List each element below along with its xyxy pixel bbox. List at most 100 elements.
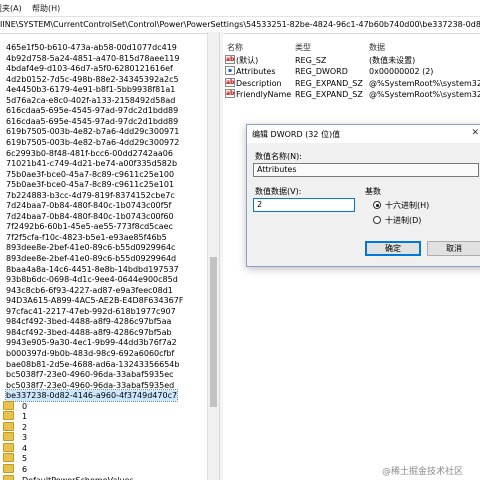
close-icon[interactable]: ✕ — [471, 128, 479, 138]
tree-subfolder[interactable]: 3 — [3, 432, 27, 443]
dialog-title-bar[interactable]: 编辑 DWORD (32 位)值 ✕ — [247, 125, 480, 143]
value-name: (默认) — [236, 56, 259, 65]
tree-item[interactable]: 943c8cb6-6f93-4227-ad87-e9a3feec08d1 — [6, 285, 173, 296]
value-data: @%SystemRoot%\system32\pov — [369, 89, 480, 99]
tree-item[interactable]: 9943e905-9a30-4ec1-9b99-44dd3b76f7a2 — [6, 337, 177, 348]
string-value-icon: ab — [225, 55, 235, 64]
base-group-label: 基数 — [365, 187, 381, 196]
tree-item[interactable]: 619b7505-003b-4e82-b7a6-4dd29c300971 — [6, 126, 179, 137]
folder-icon — [3, 442, 14, 452]
tree-item[interactable]: 6c2993b0-8f48-481f-bcc6-00dd2742aa06 — [6, 148, 173, 159]
tree-item[interactable]: 7f2f5cfa-f10c-4823-b5e1-e93ae85f46b5 — [6, 232, 167, 243]
tree-item[interactable]: 94D3A615-A899-4AC5-AE2B-E4D8F634367F — [6, 295, 183, 306]
tree-item[interactable]: 616cdaa5-695e-4545-97ad-97dc2d1bdd89 — [6, 105, 178, 116]
folder-icon — [3, 464, 14, 473]
tree-item[interactable]: 4b92d758-5a24-4851-a470-815d78aee119 — [6, 53, 180, 64]
tree-subfolder-label: 2 — [22, 422, 28, 432]
tree-item[interactable]: 984cf492-3bed-4488-a8f9-4286c97bf5ab — [6, 327, 172, 338]
folder-icon — [3, 411, 14, 421]
tree-item[interactable]: 8baa4a8a-14c6-4451-8e8b-14bdbd197537 — [6, 264, 179, 275]
address-bar[interactable]: IINE\SYSTEM\CurrentControlSet\Control\Po… — [0, 16, 480, 34]
tree-item[interactable]: 7b224883-b3cc-4d79-819f-8374152cbe7c — [6, 190, 175, 201]
tree-item[interactable]: 984cf492-3bed-4488-a8f9-4286c97bf5aa — [6, 316, 171, 327]
tree-item[interactable]: bc5038f7-23e0-4960-96da-33abaf5935ed — [6, 380, 174, 391]
value-name: Attributes — [236, 67, 276, 77]
tree-subfolder[interactable]: 4 — [3, 442, 28, 454]
tree-subfolder-label: 0 — [22, 401, 28, 411]
folder-icon — [3, 453, 14, 463]
tree-item[interactable]: 75b0ae3f-bce0-45a7-8c89-c9611c25e101 — [6, 179, 174, 190]
tree-item[interactable]: 4d2b0152-7d5c-498b-88e2-34345392a2c5 — [6, 74, 179, 85]
tree-subfolder[interactable]: 2 — [3, 421, 28, 433]
tree-subfolder-label: 6 — [22, 465, 28, 474]
value-name-label: 数值名称(N): — [255, 152, 302, 161]
menu-bar: 收藏夹(A) 帮助(H) — [0, 0, 480, 16]
value-data: 0x00000002 (2) — [369, 67, 434, 77]
hex-radio-label[interactable]: 十六进制(H) — [385, 200, 429, 211]
dec-radio-label[interactable]: 十进制(D) — [385, 215, 421, 226]
tree-item[interactable]: 7f2492b6-60b1-45e5-ae55-773f8cd5caec — [6, 221, 173, 232]
watermark: @稀土掘金技术社区 — [382, 467, 464, 477]
value-data-input[interactable]: 2 — [253, 198, 355, 212]
menu-favorites[interactable]: 收藏夹(A) — [0, 3, 22, 14]
tree-item[interactable]: 75b0ae3f-bce0-45a7-8c89-c9611c25e100 — [6, 169, 174, 180]
dialog-title: 编辑 DWORD (32 位)值 — [252, 130, 341, 139]
value-data-label: 数值数据(V): — [255, 187, 302, 196]
cancel-button[interactable]: 取消 — [427, 241, 480, 256]
tree-item[interactable]: 7d24baa7-0b84-480f-840c-1b0743c00f5f — [6, 200, 171, 211]
string-value-icon: ab — [225, 88, 235, 98]
value-name: Description — [236, 78, 282, 88]
value-name-field: Attributes — [253, 163, 479, 177]
value-type: REG_DWORD — [295, 67, 348, 77]
tree-subfolder-label: 4 — [22, 443, 28, 453]
tree-subfolder-label: 1 — [22, 412, 28, 422]
column-data-header[interactable]: 数据 — [369, 42, 385, 53]
folder-icon — [3, 421, 14, 431]
tree-item-selected[interactable]: be337238-0d82-4146-a960-4f3749d470c7 — [4, 389, 179, 403]
column-type-header[interactable]: 类型 — [295, 42, 311, 53]
value-name: FriendlyName — [236, 89, 292, 99]
tree-subfolder-label: DefaultPowerSchemeValues — [22, 476, 134, 480]
tree-subfolder[interactable]: 0 — [3, 400, 28, 412]
tree-scrollbar[interactable] — [207, 32, 219, 480]
tree-item[interactable]: 5d76a2ca-e8c0-402f-a133-2158492d58ad — [6, 95, 175, 106]
tree-item[interactable]: 893dee8e-2bef-41e0-89c6-b55d0929964c — [6, 242, 175, 253]
tree-item[interactable]: bc5038f7-23e0-4960-96da-33abaf5935ec — [6, 369, 174, 380]
address-path: IINE\SYSTEM\CurrentControlSet\Control\Po… — [0, 20, 480, 29]
column-name-header[interactable]: 名称 — [227, 42, 243, 53]
tree-item[interactable]: bae08b81-2d5e-4688-ad6a-13243356654b — [6, 359, 179, 370]
menu-help[interactable]: 帮助(H) — [32, 3, 60, 14]
value-type: REG_SZ — [295, 56, 327, 65]
tree-subfolder[interactable]: 6 — [3, 464, 27, 475]
hex-radio[interactable] — [373, 201, 381, 209]
tree-subfolder[interactable]: 5 — [3, 453, 27, 464]
string-value-icon: ab — [225, 77, 235, 87]
value-row[interactable]: ▪ Attributes REG_DWORD 0x00000002 (2) — [223, 66, 480, 77]
tree-item[interactable]: 4e4450b3-6179-4e91-b8f1-5bb9938f81a1 — [6, 84, 175, 95]
tree-item[interactable]: 97cfac41-2217-47eb-992d-618b1977c907 — [6, 306, 176, 317]
tree-item[interactable]: 4bdaf4e9-d103-46d7-a5f0-6280121616ef — [6, 63, 173, 74]
folder-icon — [3, 474, 14, 480]
tree-scrollbar-thumb[interactable] — [210, 257, 217, 407]
tree-item[interactable]: 465e1f50-b610-473a-ab58-00d1077dc419 — [6, 42, 177, 53]
edit-dword-dialog: 编辑 DWORD (32 位)值 ✕ 数值名称(N): Attributes 数… — [246, 124, 480, 267]
binary-value-icon: ▪ — [225, 66, 235, 76]
tree-subfolder-label: 5 — [22, 454, 28, 464]
tree-item[interactable]: 93b8b6dc-0698-4d1c-9ee4-0644e900c85d — [6, 274, 178, 285]
tree-item[interactable]: 893dee8e-2bef-41e0-89c6-b55d0929964d — [6, 253, 176, 264]
value-row[interactable]: ab FriendlyName REG_EXPAND_SZ @%SystemRoot%… — [223, 88, 480, 100]
tree-item[interactable]: 7d24baa7-0b84-480f-840c-1b0743c00f60 — [6, 211, 174, 222]
folder-icon — [3, 432, 14, 442]
dec-radio[interactable] — [373, 216, 381, 224]
value-data: (数值未设置) — [369, 56, 416, 65]
tree-subfolder[interactable]: DefaultPowerSchemeValues — [3, 474, 134, 480]
tree-item[interactable]: b000397d-9b0b-483d-98c9-692a6060cfbf — [6, 348, 174, 359]
tree-item[interactable]: 616cdaa5-695e-4545-97ad-97dc2d1bdd89 — [6, 116, 178, 127]
tree-subfolder[interactable]: 1 — [3, 411, 27, 422]
value-row[interactable]: ab Description REG_EXPAND_SZ @%SystemRoot%\… — [223, 77, 480, 89]
value-row[interactable]: ab (默认) REG_SZ (数值未设置) — [223, 55, 480, 66]
tree-item[interactable]: 71021b41-c749-4d21-be74-a00f335d582b — [6, 158, 177, 169]
ok-button[interactable]: 确定 — [365, 241, 421, 256]
tree-subfolder-label: 3 — [22, 433, 28, 443]
tree-item[interactable]: 619b7505-003b-4e82-b7a6-4dd29c300972 — [6, 137, 179, 148]
